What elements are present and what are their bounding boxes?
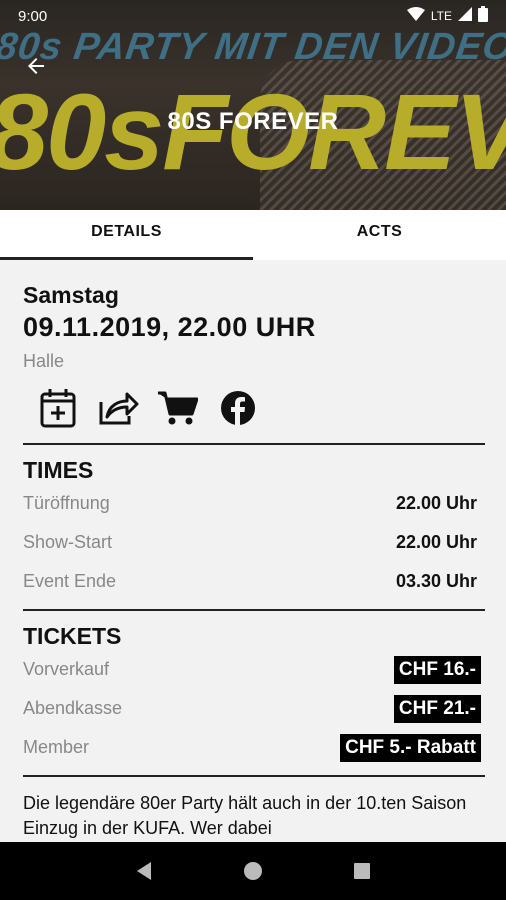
action-bar xyxy=(23,386,485,430)
times-title: TIMES xyxy=(23,457,94,483)
triangle-back-icon xyxy=(137,862,152,880)
hero-tagline: 80s PARTY MIT DEN VIDEOS xyxy=(0,26,506,68)
times-row: Türöffnung 22.00 Uhr xyxy=(23,484,485,523)
ticket-price: CHF 16.- xyxy=(393,655,481,684)
system-nav-bar xyxy=(0,842,506,900)
event-details: Samstag 09.11.2019, 22.00 UHR Halle TIME… xyxy=(23,262,485,841)
ticket-row: Vorverkauf CHF 16.- xyxy=(23,650,485,689)
circle-home-icon xyxy=(243,862,262,880)
divider xyxy=(23,443,485,445)
time-value: 03.30 Uhr xyxy=(395,571,477,591)
wifi-icon xyxy=(406,7,425,25)
times-row: Event Ende 03.30 Uhr xyxy=(23,562,485,601)
times-row: Show-Start 22.00 Uhr xyxy=(23,523,485,562)
status-time: 9:00 xyxy=(18,7,48,25)
signal-icon xyxy=(458,7,472,25)
cart-icon[interactable] xyxy=(157,387,199,429)
ticket-price: CHF 21.- xyxy=(393,694,481,723)
share-icon[interactable] xyxy=(97,387,139,429)
status-bar: 9:00 LTE xyxy=(0,0,506,32)
arrow-back-icon xyxy=(28,58,44,74)
nav-home-button[interactable] xyxy=(238,856,268,886)
tab-acts[interactable]: ACTS xyxy=(253,210,506,260)
tab-bar: DETAILS ACTS xyxy=(0,210,506,260)
event-day: Samstag xyxy=(23,282,119,308)
back-button[interactable] xyxy=(20,50,52,82)
ticket-label: Abendkasse xyxy=(23,698,123,718)
event-datetime: 09.11.2019, 22.00 UHR xyxy=(23,312,316,342)
time-label: Event Ende xyxy=(23,571,117,591)
network-type: LTE xyxy=(430,9,452,23)
time-value: 22.00 Uhr xyxy=(395,493,477,513)
time-label: Türöffnung xyxy=(23,493,110,513)
square-recents-icon xyxy=(353,863,370,879)
divider xyxy=(23,609,485,611)
tab-details[interactable]: DETAILS xyxy=(0,210,253,260)
event-description: Die legendäre 80er Party hält auch in de… xyxy=(23,793,467,838)
ticket-row: Member CHF 5.- Rabatt xyxy=(23,728,485,767)
ticket-row: Abendkasse CHF 21.- xyxy=(23,689,485,728)
page-title: 80S FOREVER xyxy=(167,108,339,135)
time-label: Show-Start xyxy=(23,532,113,552)
tickets-title: TICKETS xyxy=(23,623,122,649)
ticket-label: Vorverkauf xyxy=(23,659,110,679)
divider xyxy=(23,775,485,777)
calendar-add-icon[interactable] xyxy=(37,387,79,429)
battery-icon xyxy=(478,6,488,26)
time-value: 22.00 Uhr xyxy=(395,532,477,552)
nav-back-button[interactable] xyxy=(129,856,159,886)
nav-recents-button[interactable] xyxy=(347,856,377,886)
event-venue: Halle xyxy=(23,351,65,371)
facebook-icon[interactable] xyxy=(217,387,259,429)
ticket-label: Member xyxy=(23,737,90,757)
ticket-price: CHF 5.- Rabatt xyxy=(340,733,481,762)
